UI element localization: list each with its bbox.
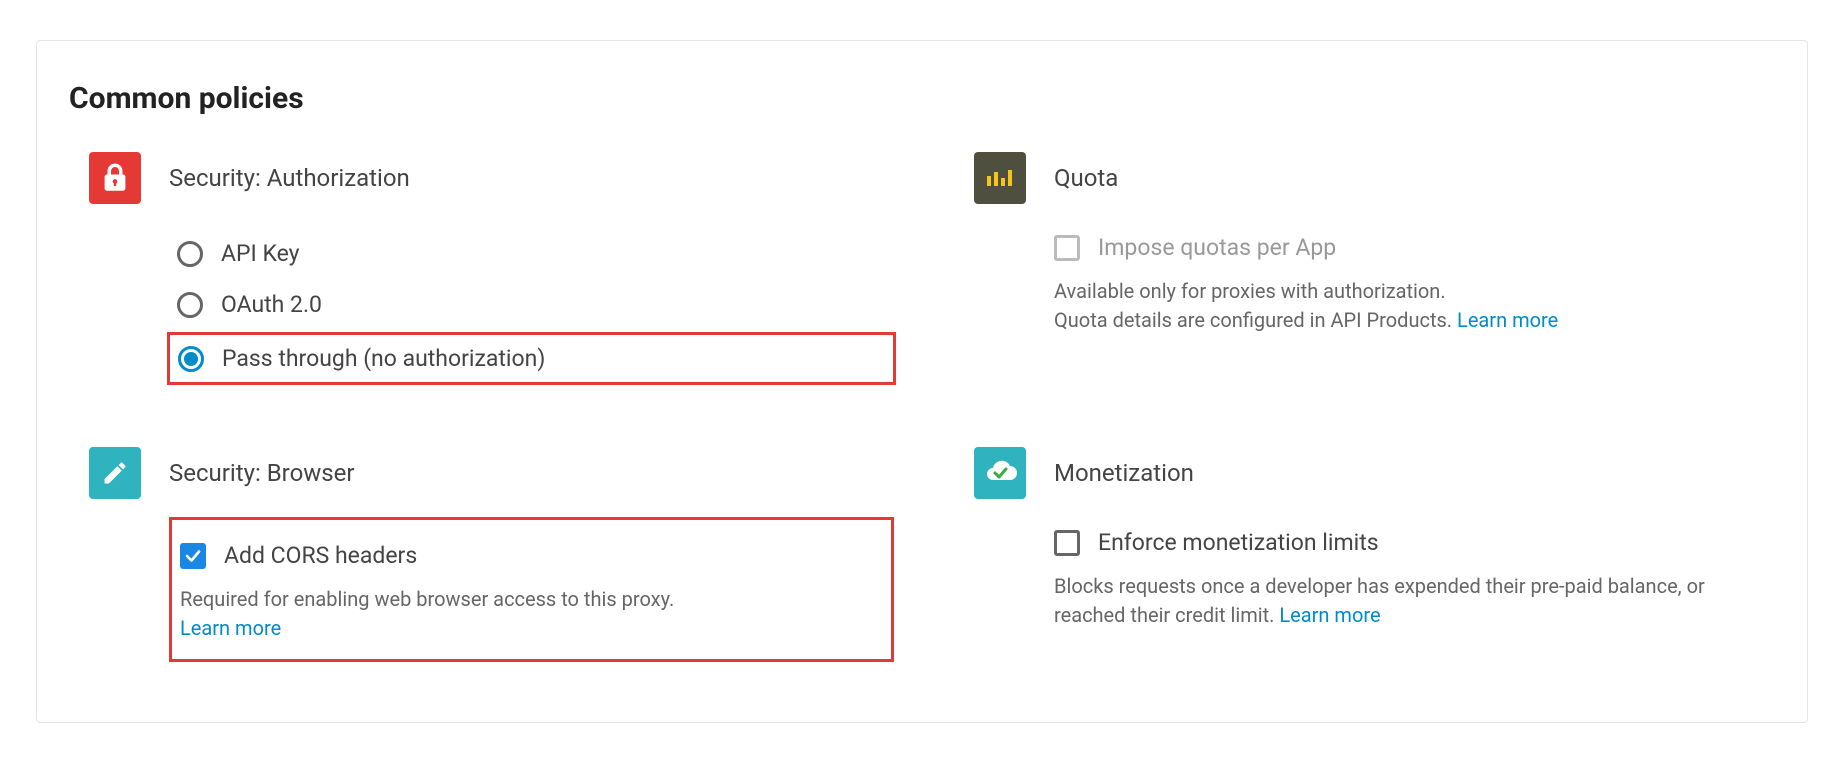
policy-header: Monetization: [974, 447, 1779, 499]
checkbox-icon[interactable]: [180, 543, 206, 569]
policies-grid: Security: Authorization API Key OAuth 2.…: [65, 152, 1779, 662]
bar-chart-icon: [974, 152, 1026, 204]
policy-header: Quota: [974, 152, 1779, 204]
pencil-icon: [89, 447, 141, 499]
learn-more-link[interactable]: Learn more: [1279, 603, 1380, 627]
cloud-check-icon: [974, 447, 1026, 499]
radio-option-oauth[interactable]: OAuth 2.0: [169, 279, 894, 330]
help-line: Required for enabling web browser access…: [180, 587, 674, 611]
auth-options: API Key OAuth 2.0 Pass through (no autho…: [89, 228, 894, 387]
radio-icon[interactable]: [177, 292, 203, 318]
radio-option-api-key[interactable]: API Key: [169, 228, 894, 279]
checkbox-icon: [1054, 235, 1080, 261]
policy-quota: Quota Impose quotas per App Available on…: [974, 152, 1779, 387]
browser-body: Add CORS headers Required for enabling w…: [89, 523, 894, 662]
cors-help-text: Required for enabling web browser access…: [180, 585, 879, 643]
learn-more-link[interactable]: Learn more: [1457, 308, 1558, 332]
radio-option-pass-through[interactable]: Pass through (no authorization): [167, 332, 896, 385]
help-line-1: Available only for proxies with authoriz…: [1054, 279, 1446, 303]
quota-body: Impose quotas per App Available only for…: [974, 228, 1779, 335]
section-title: Common policies: [69, 81, 1779, 116]
help-line-2: Quota details are configured in API Prod…: [1054, 308, 1457, 332]
checkbox-label: Enforce monetization limits: [1098, 529, 1379, 556]
radio-icon[interactable]: [178, 346, 204, 372]
policy-title: Monetization: [1054, 459, 1194, 487]
radio-icon[interactable]: [177, 241, 203, 267]
checkbox-add-cors[interactable]: Add CORS headers: [180, 536, 879, 577]
policy-title: Security: Authorization: [169, 164, 410, 192]
policy-title: Security: Browser: [169, 459, 355, 487]
radio-label: Pass through (no authorization): [222, 345, 545, 372]
monetization-help-text: Blocks requests once a developer has exp…: [1054, 572, 1779, 630]
lock-icon: [89, 152, 141, 204]
checkbox-impose-quotas: Impose quotas per App: [1054, 228, 1779, 269]
checkbox-label: Impose quotas per App: [1098, 234, 1336, 261]
policy-monetization: Monetization Enforce monetization limits…: [974, 447, 1779, 662]
policy-security-authorization: Security: Authorization API Key OAuth 2.…: [89, 152, 894, 387]
checkbox-enforce-monetization[interactable]: Enforce monetization limits: [1054, 523, 1779, 564]
learn-more-link[interactable]: Learn more: [180, 616, 281, 640]
policy-security-browser: Security: Browser Add CORS headers Requi…: [89, 447, 894, 662]
quota-help-text: Available only for proxies with authoriz…: [1054, 277, 1779, 335]
cors-highlight: Add CORS headers Required for enabling w…: [169, 517, 894, 662]
policy-title: Quota: [1054, 164, 1118, 192]
common-policies-panel: Common policies Security: Authorization: [36, 40, 1808, 723]
policy-header: Security: Browser: [89, 447, 894, 499]
checkbox-label: Add CORS headers: [224, 542, 417, 569]
checkbox-icon[interactable]: [1054, 530, 1080, 556]
radio-label: API Key: [221, 240, 300, 267]
monetization-body: Enforce monetization limits Blocks reque…: [974, 523, 1779, 630]
policy-header: Security: Authorization: [89, 152, 894, 204]
radio-label: OAuth 2.0: [221, 291, 322, 318]
